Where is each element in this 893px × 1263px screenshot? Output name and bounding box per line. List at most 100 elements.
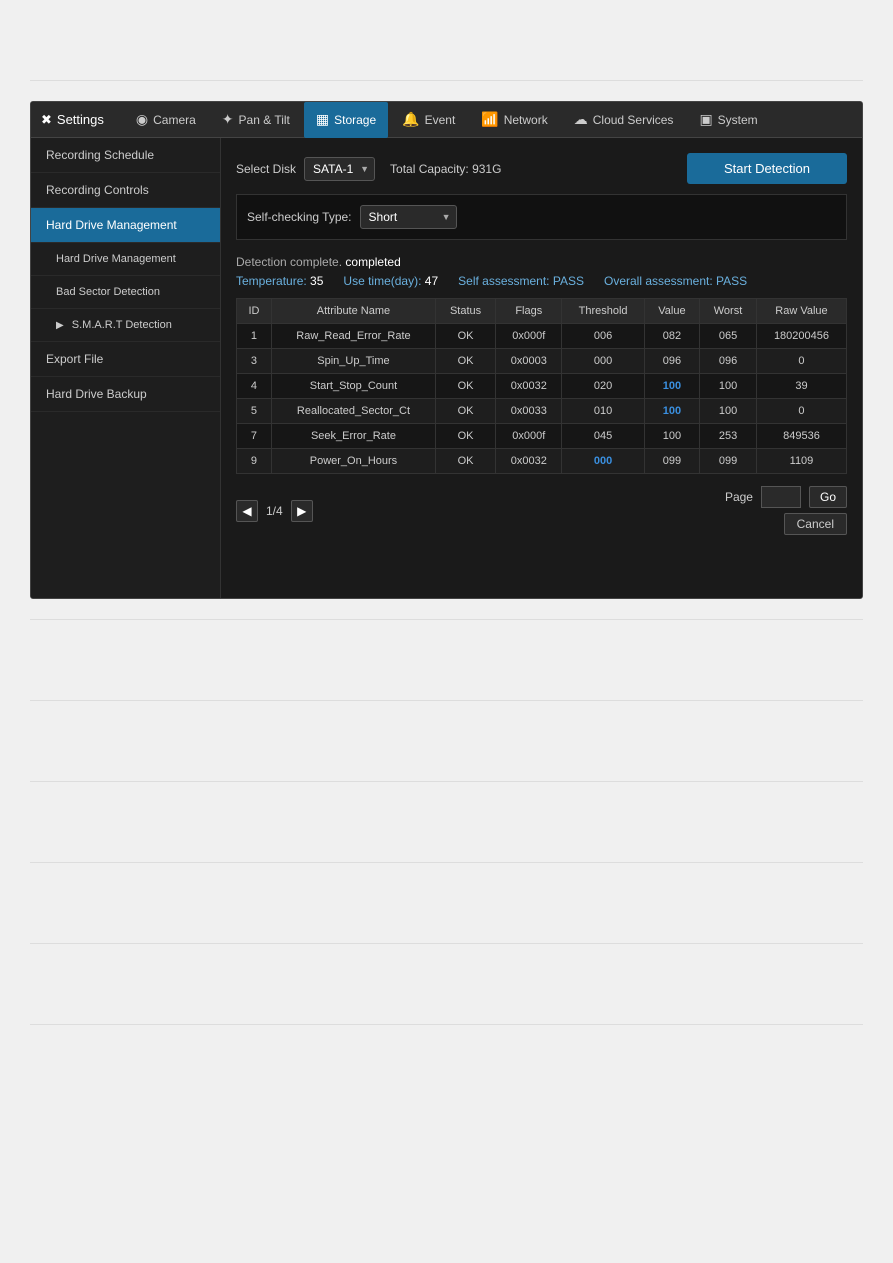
- table-cell: 096: [644, 349, 699, 374]
- table-cell: 000: [562, 449, 644, 474]
- use-time-stat: Use time(day): 47: [343, 274, 438, 288]
- col-header-value: Value: [644, 299, 699, 324]
- tab-system[interactable]: ▣ System: [687, 102, 769, 138]
- top-divider: [30, 80, 863, 81]
- sidebar-label-hard-drive-backup: Hard Drive Backup: [46, 387, 147, 401]
- table-cell: 100: [644, 399, 699, 424]
- table-cell: 0x0003: [496, 349, 562, 374]
- table-cell: OK: [435, 349, 495, 374]
- table-cell: 5: [237, 399, 272, 424]
- tab-pan-tilt-label: Pan & Tilt: [239, 113, 290, 127]
- table-cell: 082: [644, 324, 699, 349]
- right-panel: Select Disk SATA-1 SATA-2 Total Capacity…: [221, 138, 862, 598]
- sidebar-item-recording-controls[interactable]: Recording Controls: [31, 173, 220, 208]
- tab-camera[interactable]: ◉ Camera: [124, 102, 208, 138]
- tab-event[interactable]: 🔔 Event: [390, 102, 467, 138]
- table-cell: 253: [700, 424, 757, 449]
- capacity-label: Total Capacity:: [390, 162, 469, 176]
- table-cell: 100: [700, 399, 757, 424]
- table-cell: 065: [700, 324, 757, 349]
- go-button[interactable]: Go: [809, 486, 847, 508]
- table-header-row: ID Attribute Name Status Flags Threshold…: [237, 299, 847, 324]
- tab-network[interactable]: 📶 Network: [469, 102, 559, 138]
- tab-camera-label: Camera: [153, 113, 196, 127]
- table-cell: 0x000f: [496, 424, 562, 449]
- table-cell: Spin_Up_Time: [271, 349, 435, 374]
- table-cell: OK: [435, 449, 495, 474]
- table-row: 5Reallocated_Sector_CtOK0x00330101001000: [237, 399, 847, 424]
- table-cell: 0: [756, 349, 846, 374]
- tab-cloud[interactable]: ☁ Cloud Services: [562, 102, 686, 138]
- divider-1: [30, 619, 863, 620]
- pan-tilt-icon: ✦: [222, 111, 234, 128]
- self-checking-input[interactable]: Short Long Conveyance: [360, 205, 457, 229]
- nav-brand: ✖ Settings: [41, 112, 104, 128]
- use-time-value: 47: [425, 274, 438, 288]
- self-checking-wrapper: Short Long Conveyance: [360, 205, 457, 229]
- system-icon: ▣: [699, 111, 712, 128]
- sidebar-item-hard-drive-management[interactable]: Hard Drive Management: [31, 208, 220, 243]
- col-header-raw: Raw Value: [756, 299, 846, 324]
- table-cell: 9: [237, 449, 272, 474]
- page-wrapper: ✖ Settings ◉ Camera ✦ Pan & Tilt ▦ Stora…: [0, 0, 893, 1263]
- sidebar-item-hard-drive-backup[interactable]: Hard Drive Backup: [31, 377, 220, 412]
- sidebar-label-export-file: Export File: [46, 352, 103, 366]
- settings-icon: ✖: [41, 112, 52, 128]
- col-header-attribute: Attribute Name: [271, 299, 435, 324]
- overall-assessment-value: PASS: [716, 274, 747, 288]
- sidebar-item-hard-drive-management-sub[interactable]: Hard Drive Management: [31, 243, 220, 276]
- table-cell: Power_On_Hours: [271, 449, 435, 474]
- next-page-button[interactable]: ▶: [291, 500, 313, 522]
- table-cell: 1109: [756, 449, 846, 474]
- page-number-input[interactable]: [761, 486, 801, 508]
- capacity-display: Total Capacity: 931G: [390, 162, 501, 176]
- network-icon: 📶: [481, 111, 498, 128]
- page-indicator: 1/4: [266, 504, 283, 518]
- action-btns-right: Page Go Cancel: [725, 486, 847, 535]
- sidebar-item-recording-schedule[interactable]: Recording Schedule: [31, 138, 220, 173]
- app-window: ✖ Settings ◉ Camera ✦ Pan & Tilt ▦ Stora…: [30, 101, 863, 599]
- table-body: 1Raw_Read_Error_RateOK0x000f006082065180…: [237, 324, 847, 474]
- data-table: ID Attribute Name Status Flags Threshold…: [236, 298, 847, 474]
- table-cell: OK: [435, 324, 495, 349]
- temperature-stat: Temperature: 35: [236, 274, 323, 288]
- table-head: ID Attribute Name Status Flags Threshold…: [237, 299, 847, 324]
- tab-pan-tilt[interactable]: ✦ Pan & Tilt: [210, 102, 302, 138]
- table-cell: 099: [700, 449, 757, 474]
- cancel-button[interactable]: Cancel: [784, 513, 847, 535]
- table-cell: 1: [237, 324, 272, 349]
- controls-left: Select Disk SATA-1 SATA-2 Total Capacity…: [236, 157, 501, 181]
- use-time-label: Use time(day):: [343, 274, 421, 288]
- table-cell: 849536: [756, 424, 846, 449]
- main-content: Recording Schedule Recording Controls Ha…: [31, 138, 862, 598]
- storage-icon: ▦: [316, 111, 329, 128]
- cloud-icon: ☁: [574, 111, 588, 128]
- sidebar-label-smart-detection: S.M.A.R.T Detection: [72, 319, 172, 331]
- start-detection-button[interactable]: Start Detection: [687, 153, 847, 184]
- tab-storage-label: Storage: [334, 113, 376, 127]
- table-cell: 4: [237, 374, 272, 399]
- cancel-btn-wrapper: Cancel: [784, 513, 847, 535]
- col-header-worst: Worst: [700, 299, 757, 324]
- table-cell: 7: [237, 424, 272, 449]
- sidebar-label-bad-sector-detection: Bad Sector Detection: [56, 286, 160, 298]
- controls-row: Select Disk SATA-1 SATA-2 Total Capacity…: [236, 153, 847, 184]
- sidebar-item-smart-detection[interactable]: ▶ S.M.A.R.T Detection: [31, 309, 220, 342]
- divider-5: [30, 943, 863, 944]
- temperature-value: 35: [310, 274, 323, 288]
- tab-network-label: Network: [504, 113, 548, 127]
- table-cell: Reallocated_Sector_Ct: [271, 399, 435, 424]
- prev-page-button[interactable]: ◀: [236, 500, 258, 522]
- select-disk-input[interactable]: SATA-1 SATA-2: [304, 157, 375, 181]
- tab-cloud-label: Cloud Services: [593, 113, 674, 127]
- sidebar-item-export-file[interactable]: Export File: [31, 342, 220, 377]
- table-cell: 0x0032: [496, 449, 562, 474]
- table-cell: 0x0033: [496, 399, 562, 424]
- sidebar-item-bad-sector-detection[interactable]: Bad Sector Detection: [31, 276, 220, 309]
- table-row: 7Seek_Error_RateOK0x000f045100253849536: [237, 424, 847, 449]
- table-cell: 100: [700, 374, 757, 399]
- col-header-flags: Flags: [496, 299, 562, 324]
- col-header-id: ID: [237, 299, 272, 324]
- tab-storage[interactable]: ▦ Storage: [304, 102, 388, 138]
- col-header-threshold: Threshold: [562, 299, 644, 324]
